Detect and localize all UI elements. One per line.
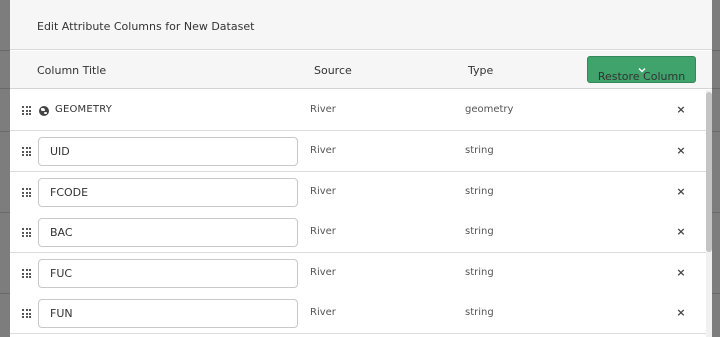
- header-type: Type: [468, 64, 494, 77]
- column-source: River: [310, 226, 336, 237]
- column-title-input[interactable]: [38, 178, 298, 207]
- header-source: Source: [314, 64, 352, 77]
- column-row: River string ×: [10, 212, 706, 253]
- close-icon[interactable]: ×: [674, 103, 688, 117]
- globe-icon: [39, 106, 49, 116]
- column-title-input[interactable]: [38, 137, 298, 166]
- drag-handle-icon[interactable]: [22, 188, 31, 197]
- close-icon[interactable]: ×: [674, 144, 688, 158]
- close-icon[interactable]: ×: [674, 266, 688, 280]
- restore-column-label: Restore Column: [597, 70, 686, 83]
- edit-columns-modal: Edit Attribute Columns for New Dataset C…: [10, 0, 712, 337]
- drag-handle-icon[interactable]: [22, 228, 31, 237]
- column-type: string: [465, 186, 494, 197]
- scrollbar-track[interactable]: [706, 90, 712, 337]
- column-source: River: [310, 104, 336, 115]
- column-header-row: Column Title Source Type Restore Column: [10, 51, 712, 89]
- column-row: River string ×: [10, 131, 706, 172]
- close-icon[interactable]: ×: [674, 306, 688, 320]
- column-title-label: GEOMETRY: [55, 104, 113, 115]
- column-source: River: [310, 307, 336, 318]
- column-type: geometry: [465, 104, 514, 115]
- column-row: River string ×: [10, 253, 706, 294]
- drag-handle-icon[interactable]: [22, 309, 31, 318]
- restore-column-button[interactable]: Restore Column: [587, 56, 696, 83]
- column-title-input[interactable]: [38, 218, 298, 247]
- column-row: River string ×: [10, 293, 706, 334]
- close-icon[interactable]: ×: [674, 225, 688, 239]
- column-type: string: [465, 267, 494, 278]
- column-type: string: [465, 307, 494, 318]
- column-type: string: [465, 226, 494, 237]
- drag-handle-icon[interactable]: [22, 269, 31, 278]
- column-type: string: [465, 145, 494, 156]
- close-icon[interactable]: ×: [674, 185, 688, 199]
- column-row-geometry: GEOMETRY River geometry ×: [10, 90, 706, 131]
- column-row: River string ×: [10, 172, 706, 213]
- column-title-input[interactable]: [38, 259, 298, 288]
- column-source: River: [310, 186, 336, 197]
- column-source: River: [310, 145, 336, 156]
- column-title-input[interactable]: [38, 299, 298, 328]
- modal-header: Edit Attribute Columns for New Dataset: [10, 0, 712, 50]
- drag-handle-icon[interactable]: [22, 147, 31, 156]
- column-source: River: [310, 267, 336, 278]
- header-column-title: Column Title: [37, 64, 107, 77]
- scrollbar-thumb[interactable]: [706, 92, 712, 252]
- modal-title: Edit Attribute Columns for New Dataset: [37, 20, 255, 33]
- drag-handle-icon[interactable]: [22, 106, 31, 115]
